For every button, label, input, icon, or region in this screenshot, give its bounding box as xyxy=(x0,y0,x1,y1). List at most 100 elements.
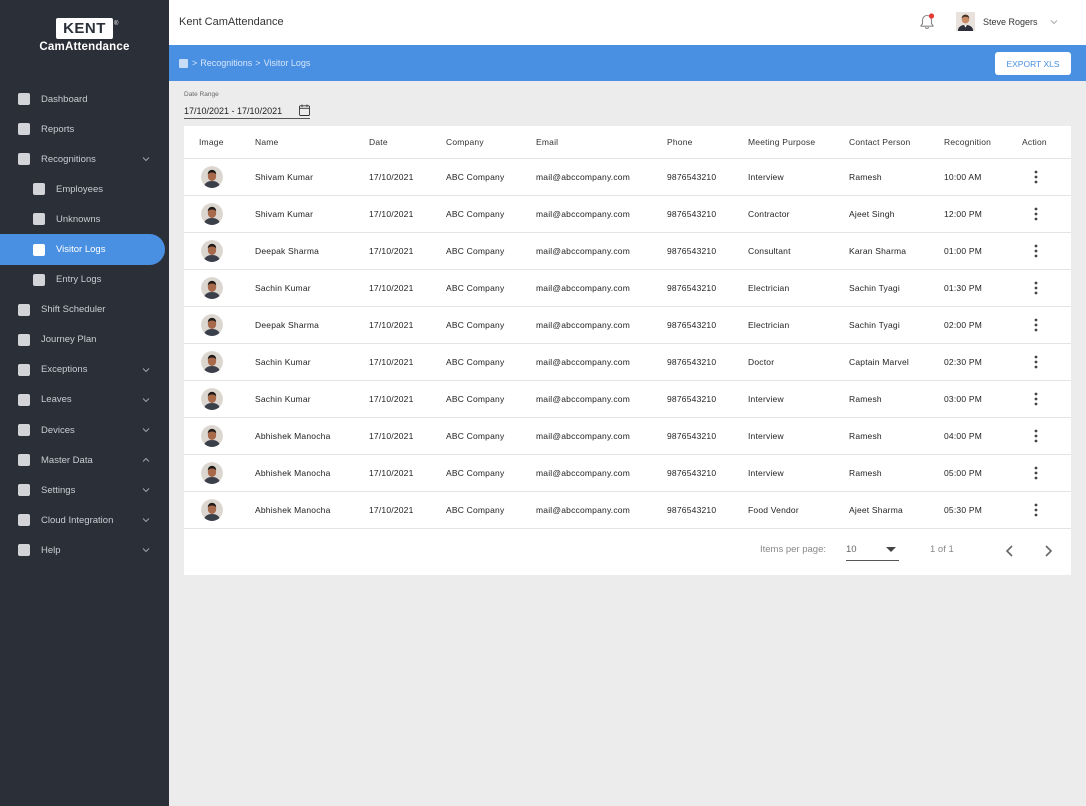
cell-image xyxy=(184,380,255,418)
pagination: Items per page: 10 1 of 1 xyxy=(184,527,1071,575)
chevron-left-icon[interactable] xyxy=(1003,543,1017,559)
cell-name: Shivam Kumar xyxy=(255,195,369,233)
chevron-down-icon[interactable] xyxy=(141,365,151,375)
table-row[interactable]: Abhishek Manocha 17/10/2021 ABC Company mai… xyxy=(184,417,1071,455)
chevron-down-icon[interactable] xyxy=(141,425,151,435)
more-vertical-icon[interactable] xyxy=(1034,244,1038,258)
column-header-email[interactable]: Email xyxy=(536,126,667,159)
chevron-down-icon[interactable] xyxy=(141,154,151,164)
cell-name: Deepak Sharma xyxy=(255,306,369,344)
table-row[interactable]: Deepak Sharma 17/10/2021 ABC Company mail@a… xyxy=(184,232,1071,270)
chevron-up-icon[interactable] xyxy=(141,455,151,465)
column-header-date[interactable]: Date xyxy=(369,126,446,159)
cell-phone: 9876543210 xyxy=(667,454,748,492)
cell-email: mail@abccompany.com xyxy=(536,195,667,233)
user-avatar[interactable] xyxy=(956,12,975,31)
cell-phone: 9876543210 xyxy=(667,232,748,270)
sidebar-item-dashboard[interactable]: Dashboard xyxy=(0,84,169,114)
sidebar-item-employees[interactable]: Employees xyxy=(0,174,169,204)
cell-date: 17/10/2021 xyxy=(369,380,446,418)
cell-date: 17/10/2021 xyxy=(369,491,446,529)
date-range-label: Date Range xyxy=(184,91,219,98)
cell-phone: 9876543210 xyxy=(667,195,748,233)
breadcrumb-item-visitor-logs: Visitor Logs xyxy=(263,58,311,68)
home-icon[interactable] xyxy=(179,58,188,68)
sidebar-item-help[interactable]: Help xyxy=(0,535,169,565)
cell-company: ABC Company xyxy=(446,380,536,418)
table-row[interactable]: Deepak Sharma 17/10/2021 ABC Company mail@a… xyxy=(184,306,1071,344)
chevron-down-icon[interactable] xyxy=(141,515,151,525)
sidebar-item-visitor-logs[interactable]: Visitor Logs xyxy=(0,234,165,265)
cell-phone: 9876543210 xyxy=(667,343,748,381)
table-row[interactable]: Shivam Kumar 17/10/2021 ABC Company mail@ab… xyxy=(184,195,1071,233)
breadcrumb: > Recognitions > Visitor Logs xyxy=(179,58,313,68)
cell-contact-person: Ramesh xyxy=(849,454,944,492)
items-per-page-select[interactable]: 10 xyxy=(846,540,899,561)
more-vertical-icon[interactable] xyxy=(1034,170,1038,184)
sidebar-item-leaves[interactable]: Leaves xyxy=(0,385,169,415)
cell-company: ABC Company xyxy=(446,195,536,233)
sidebar-item-master-data[interactable]: Master Data xyxy=(0,445,169,475)
table-header-row: Image Name Date Company Email Phone Meet… xyxy=(184,126,1071,159)
calendar-icon[interactable] xyxy=(299,104,310,116)
more-vertical-icon[interactable] xyxy=(1034,429,1038,443)
table-row[interactable]: Abhishek Manocha 17/10/2021 ABC Company mai… xyxy=(184,454,1071,492)
sidebar-item-exceptions[interactable]: Exceptions xyxy=(0,355,169,385)
more-vertical-icon[interactable] xyxy=(1034,466,1038,480)
chevron-down-icon[interactable] xyxy=(141,395,151,405)
help-icon xyxy=(18,544,30,557)
cell-recognition-time: 02:00 PM xyxy=(944,306,1022,344)
column-header-contact-person[interactable]: Contact Person xyxy=(849,126,944,159)
table-row[interactable]: Shivam Kumar 17/10/2021 ABC Company mail@ab… xyxy=(184,158,1071,196)
visitor-avatar xyxy=(201,313,223,336)
bell-icon[interactable] xyxy=(917,12,937,32)
export-xls-button[interactable]: EXPORT XLS xyxy=(995,52,1071,75)
sidebar-item-reports[interactable]: Reports xyxy=(0,114,169,144)
sidebar-item-shift-scheduler[interactable]: Shift Scheduler xyxy=(0,295,169,325)
employees-icon xyxy=(33,183,45,196)
sidebar-item-settings[interactable]: Settings xyxy=(0,475,169,505)
column-header-company[interactable]: Company xyxy=(446,126,536,159)
column-header-phone[interactable]: Phone xyxy=(667,126,748,159)
sidebar-item-recognitions[interactable]: Recognitions xyxy=(0,144,169,174)
visitor-avatar xyxy=(201,239,223,262)
breadcrumb-item-recognitions[interactable]: Recognitions xyxy=(200,58,252,68)
more-vertical-icon[interactable] xyxy=(1034,207,1038,221)
cell-meeting-purpose: Contractor xyxy=(748,195,849,233)
date-range-input[interactable]: 17/10/2021 - 17/10/2021 xyxy=(184,103,310,119)
column-header-meeting-purpose[interactable]: Meeting Purpose xyxy=(748,126,849,159)
cell-recognition-time: 04:00 PM xyxy=(944,417,1022,455)
column-header-recognition[interactable]: Recognition xyxy=(944,126,1022,159)
table-row[interactable]: Sachin Kumar 17/10/2021 ABC Company mail@ab… xyxy=(184,343,1071,381)
more-vertical-icon[interactable] xyxy=(1034,503,1038,517)
sidebar-item-journey-plan[interactable]: Journey Plan xyxy=(0,325,169,355)
table-row[interactable]: Sachin Kumar 17/10/2021 ABC Company mail@ab… xyxy=(184,269,1071,307)
cell-date: 17/10/2021 xyxy=(369,158,446,196)
table-row[interactable]: Sachin Kumar 17/10/2021 ABC Company mail@ab… xyxy=(184,380,1071,418)
user-name[interactable]: Steve Rogers xyxy=(983,17,1038,27)
logo-mark: KENT ® xyxy=(56,18,118,39)
sidebar-item-cloud-integration[interactable]: Cloud Integration xyxy=(0,505,169,535)
cell-contact-person: Ajeet Singh xyxy=(849,195,944,233)
chevron-down-icon[interactable] xyxy=(1049,17,1059,27)
chevron-down-icon[interactable] xyxy=(141,545,151,555)
chevron-down-icon[interactable] xyxy=(141,485,151,495)
more-vertical-icon[interactable] xyxy=(1034,392,1038,406)
visitor-logs-icon xyxy=(33,243,45,256)
more-vertical-icon[interactable] xyxy=(1034,318,1038,332)
visitor-logs-table-card: Image Name Date Company Email Phone Meet… xyxy=(184,126,1071,575)
cell-phone: 9876543210 xyxy=(667,491,748,529)
sidebar-item-label: Settings xyxy=(41,484,76,496)
sidebar-item-devices[interactable]: Devices xyxy=(0,415,169,445)
cell-recognition-time: 05:00 PM xyxy=(944,454,1022,492)
cell-email: mail@abccompany.com xyxy=(536,158,667,196)
sidebar-item-entry-logs[interactable]: Entry Logs xyxy=(0,265,169,295)
settings-icon xyxy=(18,484,30,497)
cell-email: mail@abccompany.com xyxy=(536,417,667,455)
more-vertical-icon[interactable] xyxy=(1034,281,1038,295)
column-header-name[interactable]: Name xyxy=(255,126,369,159)
sidebar-item-unknowns[interactable]: Unknowns xyxy=(0,204,169,234)
table-row[interactable]: Abhishek Manocha 17/10/2021 ABC Company mai… xyxy=(184,491,1071,529)
chevron-right-icon[interactable] xyxy=(1041,543,1055,559)
more-vertical-icon[interactable] xyxy=(1034,355,1038,369)
